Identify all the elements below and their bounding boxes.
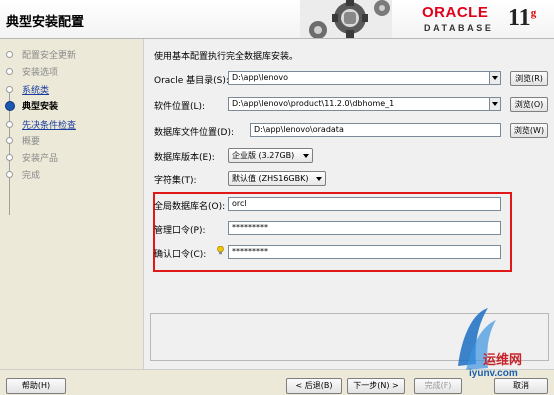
admin-password-input[interactable]: ********* xyxy=(228,221,501,235)
db-edition-select[interactable]: 企业版 (3.27GB) xyxy=(228,148,313,163)
lightbulb-icon xyxy=(217,246,224,255)
browse-oracle-base-button[interactable]: 浏览(R) xyxy=(510,71,548,86)
page-title: 典型安装配置 xyxy=(6,15,85,30)
oracle-base-combo[interactable]: D:\app\lenovo xyxy=(228,71,501,85)
chevron-down-icon[interactable] xyxy=(489,72,500,84)
software-location-combo[interactable]: D:\app\lenovo\product\11.2.0\dbhome_1 xyxy=(228,97,501,111)
back-button[interactable]: < 后退(B) xyxy=(286,378,342,394)
chevron-down-icon xyxy=(316,177,322,181)
oracle-logo: ORACLE DATABASE 11g xyxy=(422,4,537,33)
confirm-password-label: 确认口令(C): xyxy=(154,250,207,260)
step-dot-icon xyxy=(6,121,13,128)
datafile-location-label: 数据库文件位置(D): xyxy=(154,128,234,138)
charset-select[interactable]: 默认值 (ZHS16GBK) xyxy=(228,171,326,186)
step-dot-icon xyxy=(6,68,13,75)
chevron-down-icon xyxy=(303,154,309,158)
next-button[interactable]: 下一步(N) > xyxy=(347,378,405,394)
intro-text: 使用基本配置执行完全数据库安装。 xyxy=(154,52,299,62)
admin-password-label: 管理口令(P): xyxy=(154,226,206,236)
step-dot-icon xyxy=(6,154,13,161)
step-dot-icon xyxy=(6,171,13,178)
gear-banner-icon xyxy=(300,0,392,38)
window-header: 典型安装配置 ORACLE DATABASE 11g xyxy=(0,0,554,39)
step-dot-icon xyxy=(6,51,13,58)
step-dot-icon xyxy=(6,137,13,144)
software-location-label: 软件位置(L): xyxy=(154,102,206,112)
current-step-icon xyxy=(5,101,15,111)
watermark-url: iyunv.com xyxy=(469,368,518,379)
browse-software-location-button[interactable]: 浏览(O) xyxy=(510,97,548,112)
step-sidebar: 配置安全更新 安装选项 系统类 典型安装 先决条件检查 概要 安装产品 完成 xyxy=(0,39,143,369)
oracle-base-label: Oracle 基目录(S): xyxy=(154,76,229,86)
step-dot-icon xyxy=(6,86,13,93)
global-db-name-input[interactable]: orcl xyxy=(228,197,501,211)
charset-label: 字符集(T): xyxy=(154,176,197,186)
db-edition-label: 数据库版本(E): xyxy=(154,153,215,163)
watermark-text: 运维网 xyxy=(483,353,523,368)
help-button[interactable]: 帮助(H) xyxy=(6,378,66,394)
datafile-location-input[interactable]: D:\app\lenovo\oradata xyxy=(250,123,501,137)
global-db-name-label: 全局数据库名(O): xyxy=(154,202,226,212)
confirm-password-input[interactable]: ********* xyxy=(228,245,501,259)
chevron-down-icon[interactable] xyxy=(489,98,500,110)
browse-datafile-location-button[interactable]: 浏览(W) xyxy=(510,123,548,138)
